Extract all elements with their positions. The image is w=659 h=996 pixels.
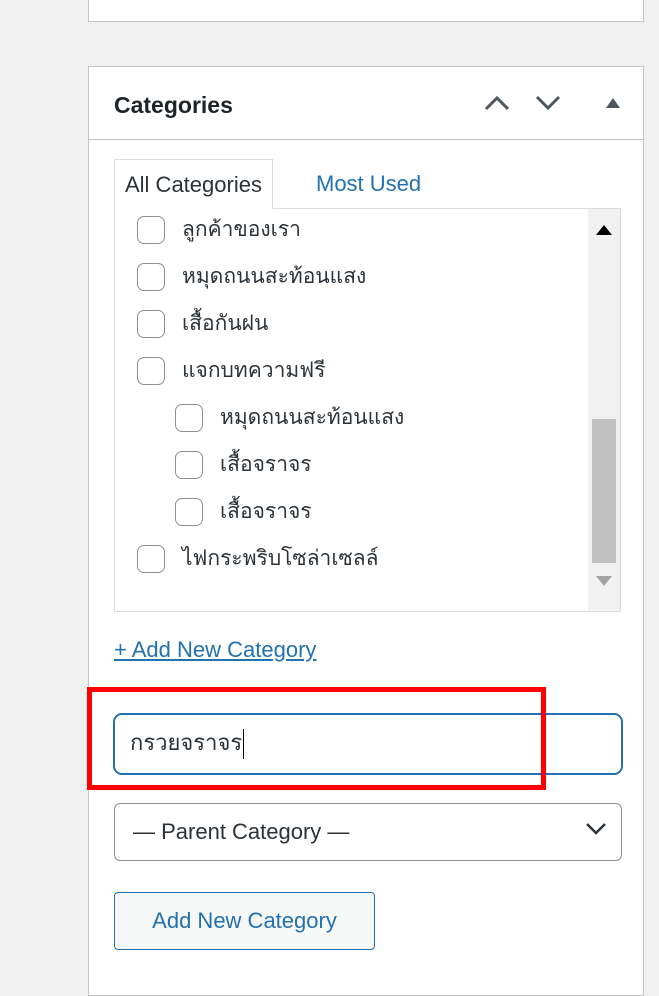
tab-all-categories[interactable]: All Categories [114, 159, 273, 209]
parent-category-select[interactable]: — Parent Category — [114, 803, 622, 861]
category-checkbox[interactable] [137, 356, 165, 385]
add-new-category-button[interactable]: Add New Category [114, 892, 375, 950]
subcategory-item[interactable]: เสื้อจราจร [175, 448, 312, 481]
chevron-up-icon [484, 95, 510, 111]
panel-header: Categories [89, 67, 643, 140]
category-checkbox[interactable] [137, 544, 165, 573]
category-item[interactable]: เสื้อกันฝน [137, 307, 268, 340]
category-label: เสื้อกันฝน [182, 312, 269, 335]
category-item[interactable]: แจกบทความฟรี [137, 354, 325, 387]
new-category-name-value: กรวยจราจร [130, 730, 243, 755]
move-down-button[interactable] [532, 87, 564, 119]
triangle-up-icon [606, 98, 620, 108]
category-item[interactable]: หมุดถนนสะท้อนแสง [137, 260, 366, 293]
subcategory-item[interactable]: เสื้อจราจร [175, 495, 312, 528]
panel-title: Categories [114, 92, 233, 118]
scrollbar[interactable] [588, 209, 620, 611]
scrollbar-thumb[interactable] [592, 419, 616, 563]
add-new-category-link[interactable]: + Add New Category [114, 637, 316, 663]
category-checkbox[interactable] [137, 262, 165, 291]
category-label: แจกบทความฟรี [182, 359, 326, 382]
category-label: ไฟกระพริบโซล่าเซลล์ [182, 547, 379, 570]
category-checkbox[interactable] [137, 215, 165, 244]
category-label: เสื้อจราจร [220, 500, 312, 523]
category-item[interactable]: ไฟกระพริบโซล่าเซลล์ [137, 542, 379, 575]
chevron-down-icon [535, 95, 561, 111]
category-label: เสื้อจราจร [220, 453, 312, 476]
subcategory-item[interactable]: หมุดถนนสะท้อนแสง [175, 401, 404, 434]
toggle-panel-button[interactable] [597, 87, 629, 119]
scroll-up-arrow-icon[interactable] [596, 225, 612, 235]
category-checkbox[interactable] [175, 403, 203, 432]
category-label: ลูกค้าของเรา [182, 218, 301, 241]
move-up-button[interactable] [481, 87, 513, 119]
category-label: หมุดถนนสะท้อนแสง [182, 265, 367, 288]
text-caret [243, 729, 245, 760]
new-category-name-input[interactable]: กรวยจราจร [114, 714, 622, 774]
category-label: หมุดถนนสะท้อนแสง [220, 406, 405, 429]
chevron-down-icon [586, 823, 606, 835]
tab-most-used[interactable]: Most Used [306, 159, 431, 209]
category-checklist: ลูกค้าของเรา หมุดถนนสะท้อนแสง เสื้อกันฝน… [114, 208, 621, 612]
category-checkbox[interactable] [175, 450, 203, 479]
scroll-down-arrow-icon[interactable] [596, 576, 612, 586]
category-item[interactable]: ลูกค้าของเรา [137, 213, 301, 246]
parent-category-value: — Parent Category — [133, 819, 350, 844]
previous-panel [88, 0, 644, 22]
category-checkbox[interactable] [137, 309, 165, 338]
category-checkbox[interactable] [175, 497, 203, 526]
categories-panel: Categories All Categories Most Used ลูกค… [87, 66, 644, 996]
